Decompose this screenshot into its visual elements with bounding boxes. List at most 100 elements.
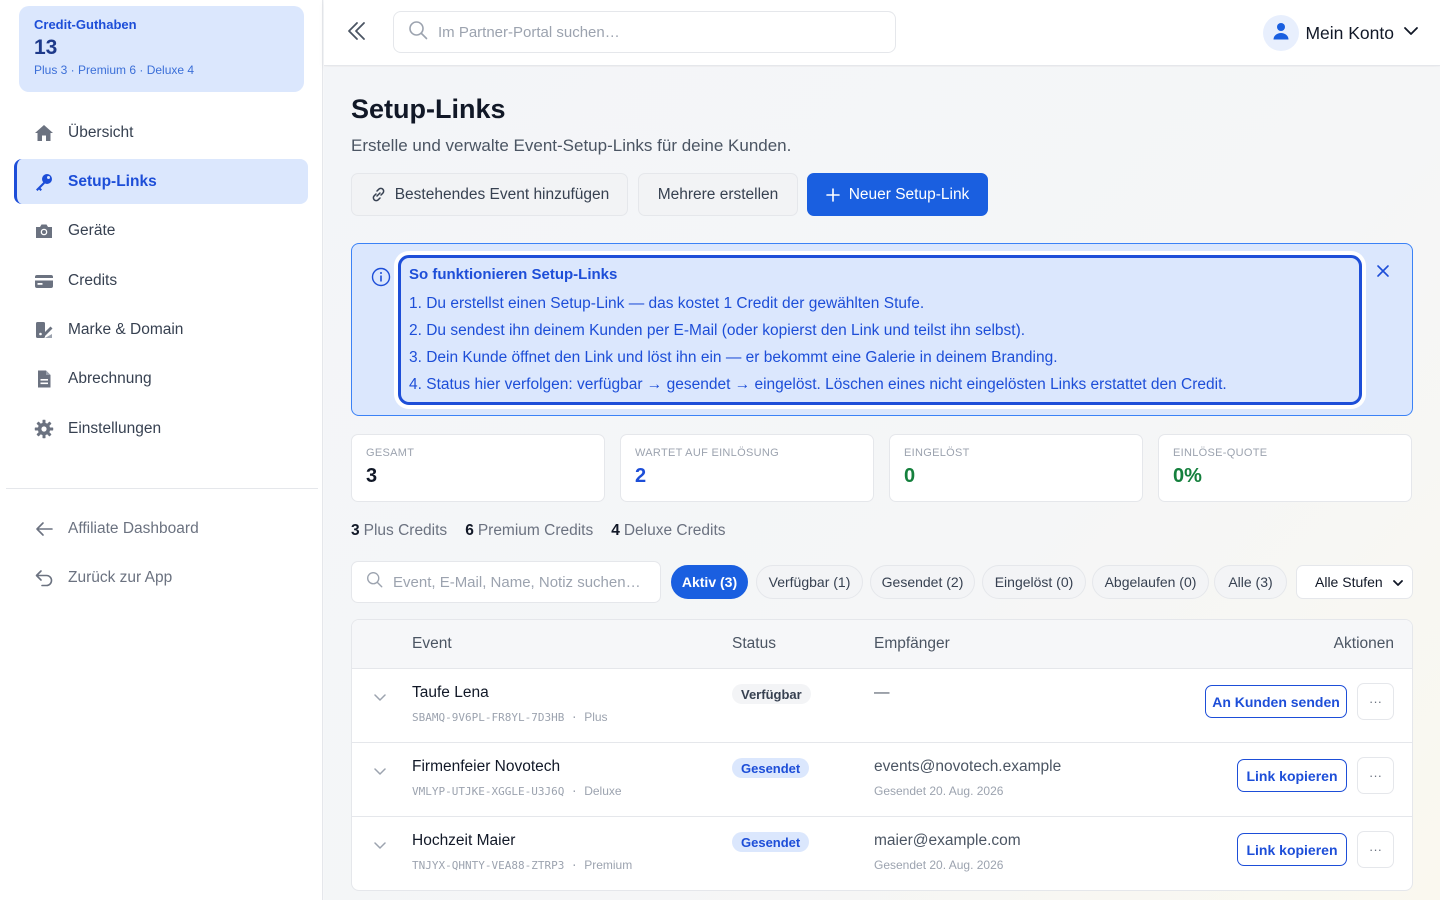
add-existing-event-button[interactable]: Bestehendes Event hinzufügen (351, 173, 628, 216)
sidebar-item-credits[interactable]: Credits (14, 258, 308, 303)
sidebar: Credit-Guthaben 13 Plus 3 · Premium 6 · … (0, 0, 323, 900)
credit-summary-premium: 6 Premium Credits (465, 522, 594, 539)
event-name: Firmenfeier Novotech (412, 758, 561, 775)
key-icon (34, 172, 54, 192)
sidebar-item-zurueck-zur-app[interactable]: Zurück zur App (14, 555, 308, 600)
sidebar-item-geraete[interactable]: Geräte (14, 209, 308, 254)
tier-select-value: Alle Stufen (1315, 574, 1383, 590)
info-content: So funktionieren Setup-Links 1. Du erste… (398, 255, 1362, 405)
sidebar-item-einstellungen[interactable]: Einstellungen (14, 406, 308, 451)
avatar (1263, 15, 1300, 51)
filter-chip-eingeloest[interactable]: Eingelöst (0) (982, 565, 1086, 599)
info-icon (371, 267, 391, 292)
sent-date: Gesendet 20. Aug. 2026 (874, 858, 1004, 872)
sidebar-item-label: Affiliate Dashboard (68, 519, 199, 537)
event-code: VMLYP-UTJKE-XGGLE-U3J6Q · Deluxe (412, 784, 622, 798)
chevron-down-icon (372, 766, 388, 783)
send-to-customer-button[interactable]: An Kunden senden (1205, 685, 1347, 718)
secondary-nav: Affiliate Dashboard Zurück zur App (14, 506, 308, 605)
copy-link-button[interactable]: Link kopieren (1237, 759, 1347, 792)
sidebar-item-label: Marke & Domain (68, 321, 184, 339)
tier-select[interactable]: Alle Stufen (1296, 565, 1413, 599)
setup-links-table: Event Status Empfänger Aktionen Taufe Le… (351, 619, 1413, 891)
copy-link-button[interactable]: Link kopieren (1237, 833, 1347, 866)
stat-value: 3 (366, 465, 378, 487)
collapse-sidebar-button[interactable] (344, 20, 370, 46)
credit-balance-card: Credit-Guthaben 13 Plus 3 · Premium 6 · … (19, 6, 304, 92)
chevron-down-icon (1392, 576, 1404, 592)
event-code: TNJYX-QHNTY-VEA88-ZTRP3 · Premium (412, 858, 633, 872)
status-badge: Gesendet (732, 832, 810, 852)
sidebar-item-label: Zurück zur App (68, 568, 173, 586)
status-badge: Gesendet (732, 758, 810, 778)
sidebar-item-abrechnung[interactable]: Abrechnung (14, 357, 308, 402)
recipient-email: maier@example.com (874, 832, 1021, 849)
undo-icon (34, 568, 54, 588)
new-setup-link-button[interactable]: Neuer Setup-Link (807, 173, 988, 216)
sidebar-item-uebersicht[interactable]: Übersicht (14, 110, 308, 155)
event-code: SBAMQ-9V6PL-FR8YL-7D3HB · Plus (412, 710, 608, 724)
filter-chip-aktiv[interactable]: Aktiv (3) (671, 565, 748, 599)
stat-redeemed: EINGELÖST 0 (889, 434, 1143, 502)
camera-icon (34, 221, 54, 241)
sidebar-divider (6, 488, 318, 489)
expand-row-button[interactable] (372, 837, 388, 858)
sidebar-item-label: Einstellungen (68, 419, 162, 437)
column-header-event: Event (412, 635, 452, 652)
credit-card-icon (34, 271, 54, 291)
stat-label: GESAMT (366, 447, 415, 459)
sidebar-item-label: Geräte (68, 222, 116, 240)
info-step: 1. Du erstellst einen Setup-Link — das k… (409, 295, 925, 312)
plus-icon (825, 187, 840, 202)
recipient-email: — (874, 684, 890, 701)
stat-value: 0% (1173, 465, 1202, 487)
more-actions-button[interactable]: ··· (1357, 683, 1394, 720)
brush-icon (34, 320, 54, 340)
more-actions-button[interactable]: ··· (1357, 831, 1394, 868)
portal-search-input[interactable] (438, 23, 878, 41)
page-subtitle: Erstelle und verwalte Event-Setup-Links … (351, 136, 792, 155)
search-icon (408, 20, 428, 45)
sidebar-item-affiliate-dashboard[interactable]: Affiliate Dashboard (14, 506, 308, 551)
filter-chip-gesendet[interactable]: Gesendet (2) (870, 565, 975, 599)
chevron-down-icon (1402, 22, 1420, 45)
sidebar-item-label: Abrechnung (68, 370, 152, 388)
sidebar-item-label: Credits (68, 271, 118, 289)
expand-row-button[interactable] (372, 689, 388, 710)
filter-search-input[interactable] (393, 573, 653, 591)
more-actions-button[interactable]: ··· (1357, 757, 1394, 794)
recipient-email: events@novotech.example (874, 758, 1062, 775)
sidebar-item-setup-links[interactable]: Setup-Links (14, 159, 308, 205)
stat-total: GESAMT 3 (351, 434, 605, 502)
account-menu[interactable]: Mein Konto (1263, 14, 1420, 52)
table-row: Taufe Lena SBAMQ-9V6PL-FR8YL-7D3HB · Plu… (352, 669, 1412, 743)
portal-search (393, 11, 896, 53)
account-label: Mein Konto (1305, 22, 1394, 43)
credit-balance-value: 13 (34, 36, 58, 59)
stat-waiting: WARTET AUF EINLÖSUNG 2 (620, 434, 874, 502)
sent-date: Gesendet 20. Aug. 2026 (874, 784, 1004, 798)
create-multiple-button[interactable]: Mehrere erstellen (638, 173, 798, 216)
create-multiple-label: Mehrere erstellen (657, 185, 779, 203)
double-chevron-left-icon (346, 20, 368, 47)
gear-icon (34, 419, 54, 439)
sidebar-item-marke-domain[interactable]: Marke & Domain (14, 308, 308, 353)
event-name: Hochzeit Maier (412, 832, 516, 849)
home-icon (34, 123, 54, 143)
info-title: So funktionieren Setup-Links (409, 266, 618, 283)
column-header-recipient: Empfänger (874, 635, 950, 652)
close-info-button[interactable] (1376, 264, 1390, 283)
stat-value: 2 (635, 465, 647, 487)
credit-balance-breakdown: Plus 3 · Premium 6 · Deluxe 4 (34, 63, 195, 77)
stat-label: WARTET AUF EINLÖSUNG (635, 447, 779, 459)
filter-search (351, 561, 661, 603)
credit-summary-plus: 3 Plus Credits (351, 522, 448, 539)
arrow-left-icon (34, 519, 54, 539)
credit-summary-deluxe: 4 Deluxe Credits (611, 522, 726, 539)
expand-row-button[interactable] (372, 763, 388, 784)
credit-summary: 3 Plus Credits 6 Premium Credits 4 Deluxe C… (351, 522, 726, 540)
filter-chip-alle[interactable]: Alle (3) (1214, 565, 1287, 599)
table-row: Firmenfeier Novotech VMLYP-UTJKE-XGGLE-U… (352, 743, 1412, 817)
filter-chip-verfuegbar[interactable]: Verfügbar (1) (756, 565, 863, 599)
filter-chip-abgelaufen[interactable]: Abgelaufen (0) (1092, 565, 1209, 599)
